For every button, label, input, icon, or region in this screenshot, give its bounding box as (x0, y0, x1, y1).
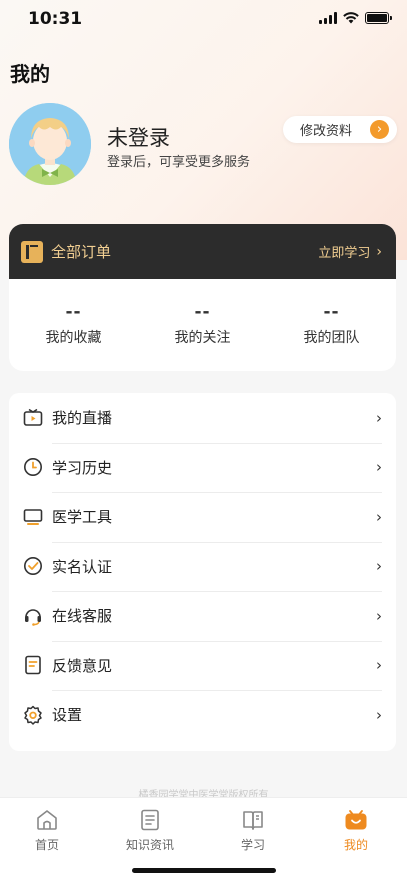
menu-item-label: 学习历史 (52, 458, 113, 477)
start-learning-link[interactable]: 立即学习 › (318, 242, 382, 262)
menu-item-customer-service[interactable]: 在线客服 › (9, 591, 396, 641)
tab-label: 知识资讯 (125, 838, 174, 852)
order-book-icon (21, 240, 43, 263)
tab-news[interactable]: 知识资讯 (110, 808, 190, 853)
menu-item-settings[interactable]: 设置 › (9, 690, 396, 740)
home-indicator (132, 868, 276, 873)
menu-item-label: 医学工具 (52, 508, 113, 527)
chevron-right-icon: › (376, 557, 382, 576)
all-orders-row[interactable]: 全部订单 立即学习 › (9, 224, 396, 279)
monitor-icon (22, 506, 44, 528)
menu-item-history[interactable]: 学习历史 › (9, 442, 396, 493)
wifi-icon (343, 12, 359, 24)
tab-profile[interactable]: 我的 (316, 808, 396, 853)
stat-label: 我的收藏 (45, 330, 102, 346)
news-icon (138, 808, 162, 832)
page-title: 我的 (10, 62, 50, 86)
edit-profile-button[interactable]: 修改资料 › (283, 116, 397, 143)
orders-card: 全部订单 立即学习 › -- 我的收藏 -- 我的关注 -- 我的团队 (9, 224, 396, 371)
headset-icon (22, 605, 44, 627)
stat-team[interactable]: -- 我的团队 (267, 279, 396, 371)
stat-following[interactable]: -- 我的关注 (138, 279, 267, 371)
profile-icon (344, 808, 368, 832)
edit-profile-label: 修改资料 (300, 124, 353, 139)
book-icon (241, 808, 265, 832)
menu-item-medical-tools[interactable]: 医学工具 › (9, 492, 396, 542)
menu-item-feedback[interactable]: 反馈意见 › (9, 640, 396, 691)
tab-label: 我的 (343, 838, 368, 852)
menu-list: 我的直播 › 学习历史 › 医学工具 › 实名认证 › 在线客服 › 反馈意见 … (9, 393, 396, 751)
start-learning-label: 立即学习 (318, 246, 371, 261)
chevron-right-icon: › (370, 120, 389, 139)
status-time: 10:31 (28, 9, 83, 29)
avatar[interactable] (9, 103, 91, 185)
stat-label: 我的团队 (303, 330, 360, 346)
chevron-right-icon: › (376, 408, 382, 427)
stat-value: -- (323, 302, 340, 322)
chevron-right-icon: › (376, 243, 382, 260)
stat-value: -- (65, 302, 82, 322)
menu-item-live[interactable]: 我的直播 › (9, 393, 396, 443)
menu-item-label: 我的直播 (52, 409, 113, 428)
tab-label: 首页 (34, 838, 59, 852)
menu-item-label: 反馈意见 (52, 656, 113, 675)
chevron-right-icon: › (376, 606, 382, 625)
stat-label: 我的关注 (174, 330, 231, 346)
login-hint: 登录后，可享受更多服务 (107, 155, 251, 170)
menu-item-label: 设置 (52, 706, 83, 725)
chevron-right-icon: › (376, 458, 382, 477)
home-icon (35, 808, 59, 832)
chevron-right-icon: › (376, 705, 382, 724)
gear-icon (22, 704, 44, 726)
tab-home[interactable]: 首页 (7, 808, 87, 853)
all-orders-title: 全部订单 (51, 243, 112, 261)
battery-icon (365, 12, 392, 24)
stat-value: -- (194, 302, 211, 322)
tab-label: 学习 (240, 838, 265, 852)
document-icon (22, 654, 44, 676)
clock-icon (22, 456, 44, 478)
status-bar: 10:31 (0, 0, 407, 40)
tab-learn[interactable]: 学习 (213, 808, 293, 853)
menu-item-label: 实名认证 (52, 557, 113, 576)
tv-icon (22, 407, 44, 429)
username[interactable]: 未登录 (107, 122, 170, 152)
cellular-signal-icon (319, 12, 337, 24)
menu-item-label: 在线客服 (52, 607, 113, 626)
menu-item-verification[interactable]: 实名认证 › (9, 541, 396, 592)
chevron-right-icon: › (376, 656, 382, 675)
check-circle-icon (22, 555, 44, 577)
chevron-right-icon: › (376, 507, 382, 526)
stat-favorites[interactable]: -- 我的收藏 (9, 279, 138, 371)
